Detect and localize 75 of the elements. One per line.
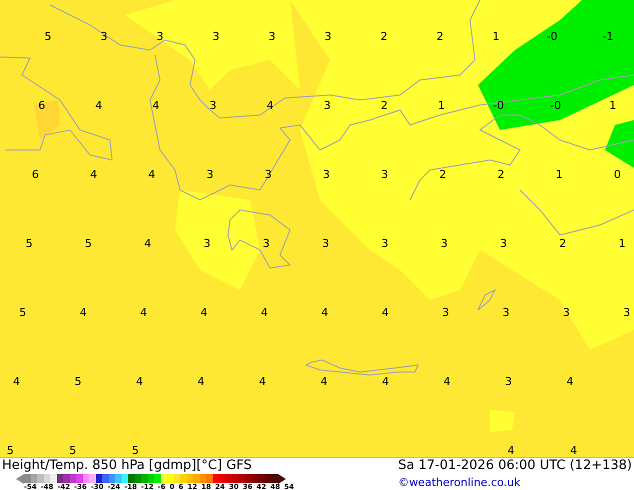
scale-right-arrow-icon (278, 474, 286, 484)
temperature-value: 1 (556, 169, 563, 181)
temperature-value: 3 (442, 307, 450, 319)
temperature-value: 1 (609, 100, 616, 112)
temperature-value: 4 (508, 445, 514, 457)
temperature-value: 3 (322, 238, 330, 250)
temperature-value: 5 (84, 238, 92, 250)
temperature-value: 4 (260, 307, 268, 319)
temperature-value: 4 (80, 307, 87, 319)
temperature-value: 3 (562, 307, 570, 319)
temperature-value: 5 (26, 238, 33, 250)
temperature-value: 3 (100, 31, 108, 43)
temperature-value: 1 (492, 31, 500, 43)
temperature-value: 4 (152, 100, 160, 112)
temperature-value: -0 (550, 100, 562, 112)
temperature-value: 4 (259, 376, 266, 388)
temperature-value: 4 (136, 376, 143, 388)
temperature-value: 3 (204, 238, 210, 250)
temperature-value: 2 (380, 31, 388, 43)
temperature-value: 3 (264, 169, 272, 181)
temperature-value: 3 (623, 307, 630, 319)
temperature-value: 4 (266, 100, 274, 112)
temperature-value: 4 (382, 376, 389, 388)
temperature-value: 3 (322, 169, 330, 181)
temperature-value: -0 (493, 100, 504, 112)
temperature-value: 3 (262, 238, 270, 250)
temperature-value: 4 (566, 376, 574, 388)
temperature-value: -1 (602, 31, 614, 43)
temperature-value: 4 (570, 445, 578, 457)
temperature-value: 1 (618, 238, 626, 250)
temperature-value: 3 (440, 238, 448, 250)
temperature-value: 1 (438, 100, 445, 112)
temperature-value: 5 (69, 445, 76, 457)
temperature-value: 4 (320, 376, 328, 388)
scale-left-arrow-icon (16, 474, 24, 484)
temperature-value: 3 (210, 100, 216, 112)
temperature-value: 4 (148, 169, 156, 181)
temperature-value: 4 (140, 307, 148, 319)
temperature-value: 4 (90, 169, 98, 181)
temperature-value: 3 (268, 31, 276, 43)
temperature-value: 5 (74, 376, 82, 388)
temperature-value: -0 (546, 31, 558, 43)
temperature-value: 6 (38, 100, 46, 112)
temperature-value: 4 (444, 376, 450, 388)
temperature-value: 4 (95, 100, 102, 112)
temperature-value: 5 (6, 445, 14, 457)
temperature-value: 3 (381, 238, 388, 250)
temperature-value: 0 (614, 169, 621, 181)
temperature-value: 2 (498, 169, 504, 181)
temperature-value: 4 (321, 307, 328, 319)
temperature-value: 4 (198, 376, 204, 388)
temperature-value: 4 (382, 307, 389, 319)
temperature-value: 4 (144, 238, 152, 250)
temperature-value: 3 (505, 376, 512, 388)
temperature-value: 3 (324, 100, 331, 112)
temperature-value: 3 (381, 169, 388, 181)
temperature-value: 3 (324, 31, 332, 43)
temperature-value: 5 (132, 445, 139, 457)
temperature-value: 4 (13, 376, 20, 388)
temperature-value: 2 (436, 31, 444, 43)
forecast-datetime: Sa 17-01-2026 06:00 UTC (12+138) (398, 458, 632, 474)
temperature-value: 6 (32, 169, 39, 181)
temperature-value: 2 (380, 100, 388, 112)
temperature-value: 5 (19, 307, 26, 319)
temperature-value: 3 (502, 307, 510, 319)
temperature-value: 3 (212, 31, 220, 43)
temperature-value: 3 (156, 31, 164, 43)
temperature-value: 3 (206, 169, 214, 181)
chart-title: Height/Temp. 850 hPa [gdmp][°C] GFS (2, 458, 253, 474)
temperature-value: 4 (200, 307, 208, 319)
temperature-value: 2 (439, 169, 446, 181)
credit-link[interactable]: ©weatheronline.co.uk (398, 476, 586, 489)
temperature-value: 3 (500, 238, 507, 250)
temperature-value: 2 (559, 238, 566, 250)
temperature-value: 5 (44, 31, 52, 43)
